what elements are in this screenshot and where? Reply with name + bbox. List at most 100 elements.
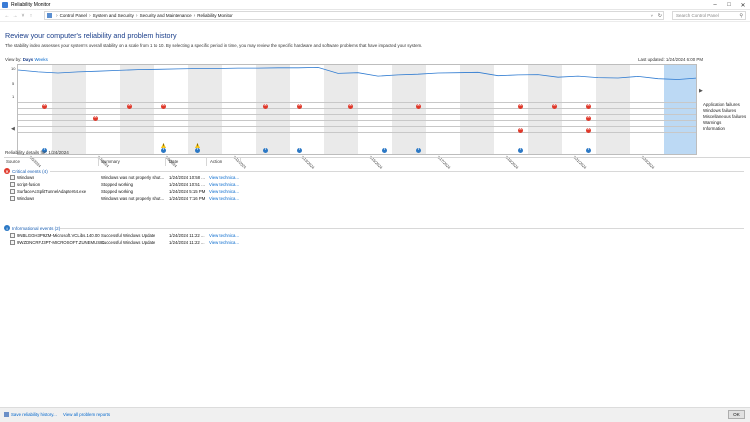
- informational-events-group[interactable]: i Informational events (2): [4, 225, 744, 231]
- title-bar: Reliability Monitor – □ ✕: [0, 0, 750, 10]
- application-failure-icon[interactable]: ✕: [552, 103, 557, 109]
- windows-failure-icon[interactable]: ✕: [93, 115, 98, 121]
- column-header-source[interactable]: Source: [6, 159, 20, 164]
- row-label-information: Information: [703, 126, 725, 131]
- view-technical-details-link[interactable]: View technica...: [209, 233, 239, 238]
- details-grid: Source Summary Date Action ✕ Critical ev…: [4, 157, 750, 407]
- scroll-right-icon[interactable]: ▶: [699, 88, 703, 94]
- recent-dropdown-icon[interactable]: ˅: [19, 11, 27, 20]
- view-technical-details-link[interactable]: View technica...: [209, 175, 239, 180]
- date-cell: 1/24/2024 11:22 ...: [169, 233, 205, 238]
- save-icon: [4, 412, 9, 417]
- y-label-1: 1: [12, 94, 15, 99]
- application-failure-icon[interactable]: ✕: [42, 103, 47, 109]
- breadcrumb[interactable]: › Control Panel › System and Security › …: [44, 11, 664, 20]
- date-cell: 1/24/2024 11:22 ...: [169, 240, 205, 245]
- date-cell: 1/24/2024 7:16 PM: [169, 196, 206, 201]
- source-cell: Windows: [17, 196, 35, 201]
- refresh-icon[interactable]: ↻: [658, 13, 662, 19]
- breadcrumb-reliability-monitor[interactable]: Reliability Monitor: [197, 13, 233, 18]
- save-history-link[interactable]: Save reliability history...: [4, 412, 57, 417]
- chevron-right-icon: ›: [193, 12, 196, 19]
- information-icon[interactable]: i: [297, 147, 302, 153]
- view-technical-details-link[interactable]: View technica...: [209, 196, 239, 201]
- windows-failure-icon[interactable]: ✕: [586, 115, 591, 121]
- misc-failure-icon[interactable]: ✕: [586, 127, 591, 133]
- forward-arrow-icon[interactable]: →: [11, 11, 19, 20]
- app-icon: [10, 175, 15, 180]
- breadcrumb-system-security[interactable]: System and Security: [93, 13, 134, 18]
- application-failure-icon[interactable]: ✕: [416, 103, 421, 109]
- chevron-right-icon: ›: [56, 12, 58, 19]
- row-label-windows-failures: Windows failures: [703, 108, 737, 113]
- column-divider[interactable]: [206, 158, 207, 166]
- misc-failure-icon[interactable]: ✕: [518, 127, 523, 133]
- application-failure-icon[interactable]: ✕: [297, 103, 302, 109]
- view-by: View by: Days Weeks: [5, 57, 48, 62]
- critical-error-icon: ✕: [4, 168, 10, 174]
- update-icon: [10, 233, 15, 238]
- summary-cell: Windows was not properly shut...: [101, 175, 165, 180]
- column-header-summary[interactable]: Summary: [101, 159, 120, 164]
- view-days-link[interactable]: Days: [23, 57, 34, 62]
- page-description: The stability index assesses your system…: [5, 43, 423, 48]
- summary-cell: Successful Windows Update: [101, 240, 156, 245]
- group-divider: [50, 171, 744, 172]
- summary-cell: Windows was not properly shut...: [101, 196, 165, 201]
- column-divider[interactable]: [98, 158, 99, 166]
- information-icon[interactable]: i: [518, 147, 523, 153]
- minimize-icon[interactable]: –: [708, 0, 722, 10]
- application-failure-icon[interactable]: ✕: [161, 103, 166, 109]
- information-icon[interactable]: i: [586, 147, 591, 153]
- y-label-5: 5: [12, 81, 15, 86]
- scroll-left-icon[interactable]: ◀: [11, 126, 15, 132]
- summary-cell: Successful Windows Update: [101, 233, 156, 238]
- information-icon: i: [4, 225, 10, 231]
- search-placeholder: Search Control Panel: [676, 13, 719, 18]
- stability-chart[interactable]: ✕ ✕ ✕ ✕ ✕ ✕ ✕ ✕ ✕ ✕ ✕ ✕ ✕ ✕!! i i i i i i i i i: [17, 64, 697, 155]
- source-cell: Windows: [17, 175, 35, 180]
- search-icon: ⚲: [739, 12, 743, 19]
- application-failure-icon[interactable]: ✕: [348, 103, 353, 109]
- information-icon[interactable]: i: [416, 147, 421, 153]
- footer: Save reliability history... View all pro…: [0, 407, 750, 422]
- information-icon[interactable]: i: [263, 147, 268, 153]
- chevron-down-icon[interactable]: ˅: [651, 13, 653, 18]
- view-technical-details-link[interactable]: View technica...: [209, 182, 239, 187]
- details-title: Reliability details for: 1/24/2024: [5, 150, 69, 155]
- summary-cell: Stopped working: [101, 182, 134, 187]
- view-technical-details-link[interactable]: View technica...: [209, 240, 239, 245]
- close-icon[interactable]: ✕: [736, 0, 750, 10]
- control-panel-icon: [47, 13, 52, 18]
- application-failure-icon[interactable]: ✕: [127, 103, 132, 109]
- back-arrow-icon[interactable]: ←: [3, 11, 11, 20]
- column-divider[interactable]: [165, 158, 166, 166]
- ok-button[interactable]: OK: [728, 410, 745, 419]
- breadcrumb-security-maintenance[interactable]: Security and Maintenance: [140, 13, 192, 18]
- stability-index-line: [18, 66, 696, 80]
- column-header-date[interactable]: Date: [169, 159, 178, 164]
- information-icon[interactable]: i: [161, 147, 166, 153]
- information-icon[interactable]: i: [195, 147, 200, 153]
- view-all-problem-reports-link[interactable]: View all problem reports: [63, 412, 110, 417]
- application-failure-icon[interactable]: ✕: [586, 103, 591, 109]
- search-input[interactable]: Search Control Panel ⚲: [672, 11, 746, 20]
- view-technical-details-link[interactable]: View technica...: [209, 189, 239, 194]
- critical-events-group[interactable]: ✕ Critical events (4): [4, 168, 744, 174]
- view-weeks-link[interactable]: Weeks: [34, 57, 47, 62]
- column-header-action[interactable]: Action: [210, 159, 222, 164]
- application-failure-icon[interactable]: ✕: [518, 103, 523, 109]
- application-failure-icon[interactable]: ✕: [263, 103, 268, 109]
- date-cell: 1/24/2024 5:15 PM: [169, 189, 206, 194]
- maximize-icon[interactable]: □: [722, 0, 736, 10]
- breadcrumb-control-panel[interactable]: Control Panel: [60, 13, 87, 18]
- last-updated: Last updated: 1/24/2024 6:00 PM: [638, 57, 703, 62]
- information-icon[interactable]: i: [382, 147, 387, 153]
- up-arrow-icon[interactable]: ↑: [27, 11, 35, 20]
- column-divider[interactable]: [240, 158, 241, 166]
- window-title: Reliability Monitor: [11, 1, 51, 8]
- chevron-right-icon: ›: [135, 12, 138, 19]
- window-controls: – □ ✕: [708, 0, 750, 10]
- app-icon: [10, 189, 15, 194]
- row-label-application-failures: Application failures: [703, 102, 740, 107]
